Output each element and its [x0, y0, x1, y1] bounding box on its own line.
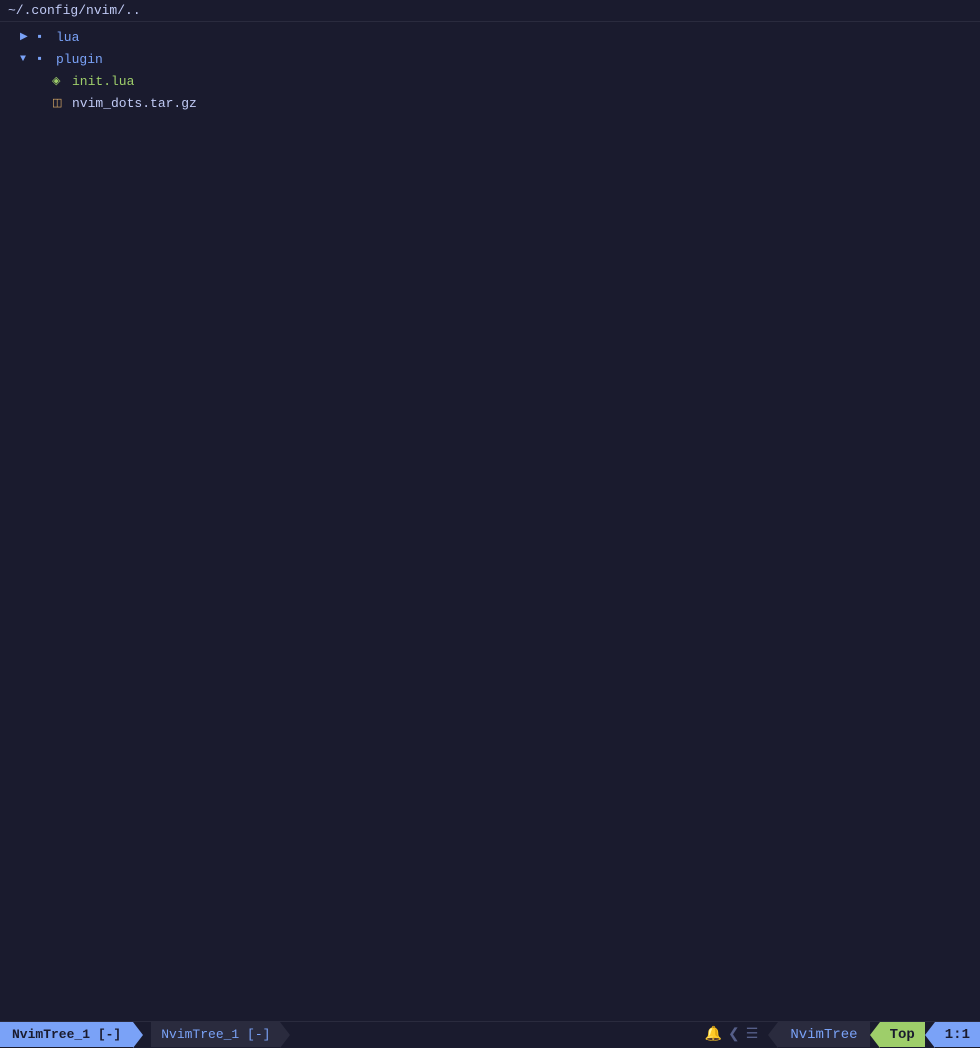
top-label: Top — [880, 1022, 925, 1047]
status-left: NvimTree_1 [-] NvimTree_1 [-] — [0, 1022, 290, 1047]
status-right: 🔔 ❮ ☰ NvimTree Top 1:1 — [695, 1022, 980, 1047]
file-icon-init-lua: ◈ — [52, 74, 68, 88]
status-nvimtree-inactive[interactable]: NvimTree_1 [-] — [151, 1022, 280, 1047]
status-nvimtree-active[interactable]: NvimTree_1 [-] — [0, 1022, 133, 1047]
tree-item-lua[interactable]: ▶ ▪ lua — [0, 26, 980, 48]
pos-label: 1:1 — [935, 1022, 980, 1047]
item-label-nvim-dots: nvim_dots.tar.gz — [72, 96, 197, 111]
tree-item-init-lua[interactable]: ▶ ◈ init.lua — [0, 70, 980, 92]
pos-label-arrow — [925, 1022, 935, 1048]
tree-item-plugin[interactable]: ▼ ▪ plugin — [0, 48, 980, 70]
item-label-plugin: plugin — [56, 52, 103, 67]
chevron-icon: ❮ — [728, 1026, 740, 1043]
nvimtree-label: NvimTree — [778, 1022, 869, 1047]
top-label-text: Top — [890, 1027, 915, 1043]
arrow-icon-plugin: ▼ — [20, 54, 34, 65]
bell-icon: 🔔 — [705, 1026, 722, 1043]
file-icon-nvim-dots: ◫ — [52, 96, 68, 110]
tree-item-nvim-dots[interactable]: ▶ ◫ nvim_dots.tar.gz — [0, 92, 980, 114]
status-inactive-label: NvimTree_1 [-] — [161, 1027, 270, 1042]
title-path: ~/.config/nvim/.. — [8, 3, 141, 18]
pos-label-text: 1:1 — [945, 1027, 970, 1043]
status-active-label: NvimTree_1 [-] — [12, 1027, 121, 1042]
folder-icon-plugin: ▪ — [36, 52, 52, 66]
top-label-arrow — [870, 1022, 880, 1048]
status-bar: NvimTree_1 [-] NvimTree_1 [-] 🔔 ❮ ☰ Nvim… — [0, 1021, 980, 1047]
main-container: ~/.config/nvim/.. ▶ ▪ lua ▼ ▪ plugin ▶ ◈… — [0, 0, 980, 1047]
status-icons: 🔔 ❮ ☰ — [695, 1026, 769, 1043]
folder-icon-lua: ▪ — [36, 30, 52, 44]
nvimtree-label-text: NvimTree — [790, 1027, 857, 1043]
status-active-arrow — [133, 1022, 143, 1048]
file-tree: ▶ ▪ lua ▼ ▪ plugin ▶ ◈ init.lua ▶ ◫ nvim… — [0, 22, 980, 1021]
title-bar: ~/.config/nvim/.. — [0, 0, 980, 22]
item-label-lua: lua — [56, 30, 79, 45]
arrow-icon-lua: ▶ — [20, 31, 34, 43]
menu-icon: ☰ — [746, 1026, 759, 1043]
item-label-init-lua: init.lua — [72, 74, 134, 89]
status-inactive-arrow — [280, 1022, 290, 1048]
nvimtree-label-arrow — [768, 1022, 778, 1048]
